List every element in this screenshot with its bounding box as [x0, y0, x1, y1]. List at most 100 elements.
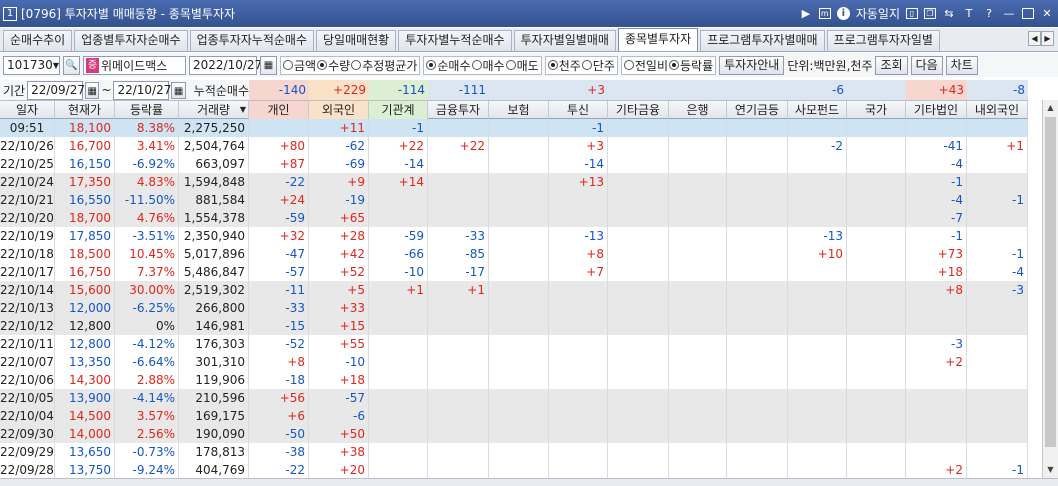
radio-quantity[interactable]: 수량	[317, 57, 350, 74]
investor-value-cell	[967, 173, 1028, 191]
investor-value-cell: -62	[309, 137, 369, 155]
scroll-up-icon[interactable]: ▲	[1043, 100, 1058, 116]
query-button[interactable]: 조회	[875, 55, 908, 75]
search-icon[interactable]: 🔍	[63, 55, 80, 75]
table-row[interactable]: 22/10/20 18,700 4.76% 1,554,378 -59 +65 -7	[0, 209, 1028, 227]
chart-button[interactable]: 차트	[945, 55, 978, 75]
column-header[interactable]: 등락률	[115, 101, 179, 119]
table-row[interactable]: 09:51 18,100 8.38% 2,275,250 +11 -1 -1	[0, 119, 1028, 137]
stock-name-field[interactable]: 증 위메이드맥스	[83, 55, 186, 75]
copy-window-icon[interactable]: ❐	[924, 8, 936, 19]
radio-net-buy[interactable]: 순매수	[426, 57, 471, 74]
split-icon[interactable]: ▯	[906, 8, 918, 19]
column-header[interactable]: 개인	[249, 101, 309, 119]
radio-buy[interactable]: 매수	[471, 57, 505, 74]
column-header[interactable]: 보험	[489, 101, 549, 119]
tab-2[interactable]: 업종투자자누적순매수	[189, 30, 314, 51]
investor-value-cell	[428, 191, 489, 209]
table-row[interactable]: 22/10/25 16,150 -6.92% 663,097 +87 -69 -14 -14-…	[0, 155, 1028, 173]
tab-0[interactable]: 순매수추이	[3, 30, 73, 51]
column-header[interactable]: 은행	[669, 101, 727, 119]
column-header[interactable]: 금융투자	[428, 101, 489, 119]
column-header[interactable]: 거래량 ▼	[179, 101, 249, 119]
column-header[interactable]: 기타금융	[608, 101, 669, 119]
play-icon[interactable]: ▶	[799, 7, 813, 21]
tab-8[interactable]: 프로그램투자자일별	[826, 30, 940, 51]
title-bar: 1 [0796] 투자자별 매매동향 - 종목별투자자 ▶ m i 자동일지 ▯…	[0, 0, 1058, 27]
stock-code-input[interactable]: 101730 ▼	[3, 55, 60, 75]
investor-value-cell	[788, 443, 847, 461]
table-row[interactable]: 22/09/28 13,750 -9.24% 404,769 -22 +20 +2 -1	[0, 461, 1028, 479]
screen-number-badge[interactable]: 1	[3, 6, 17, 21]
column-header[interactable]: 일자	[0, 101, 55, 119]
column-header[interactable]: 내외국인	[967, 101, 1028, 119]
dropdown-icon[interactable]: ▼	[53, 57, 59, 74]
table-row[interactable]: 22/10/18 18,500 10.45% 5,017,896 -47 +42 -66 -8…	[0, 245, 1028, 263]
scroll-down-icon[interactable]: ▼	[1043, 462, 1058, 478]
table-row[interactable]: 22/10/19 17,850 -3.51% 2,350,940 +32 +28 -59 -3…	[0, 227, 1028, 245]
radio-change-rate[interactable]: 등락률	[669, 57, 713, 74]
period-to-input[interactable]: 22/10/27	[113, 80, 171, 100]
investor-value-cell	[669, 461, 727, 479]
link-icon[interactable]: ⇆	[942, 7, 956, 21]
investor-guide-button[interactable]: 투자자안내	[719, 55, 785, 75]
cumulative-cell: -114	[369, 80, 428, 100]
table-row[interactable]: 22/10/07 13,350 -6.64% 301,310 +8 -10 +2	[0, 353, 1028, 371]
tab-5[interactable]: 투자자별일별매매	[513, 30, 616, 51]
date-input[interactable]: 2022/10/27	[189, 55, 262, 75]
table-row[interactable]: 22/10/24 17,350 4.83% 1,594,848 -22 +9 +14 +13 -…	[0, 173, 1028, 191]
calendar-icon[interactable]: ▦	[260, 55, 277, 75]
memo-icon[interactable]: m	[818, 8, 831, 19]
tab-6[interactable]: 종목별투자자	[617, 28, 699, 51]
scroll-thumb[interactable]	[1045, 117, 1056, 447]
font-icon[interactable]: T	[962, 7, 976, 21]
calendar-to-icon[interactable]: ▦	[171, 81, 186, 99]
tab-4[interactable]: 투자자별누적순매수	[398, 30, 512, 51]
vertical-scrollbar[interactable]: ▲ ▼	[1042, 100, 1058, 478]
radio-prev-day[interactable]: 전일비	[623, 57, 668, 74]
investor-value-cell: +22	[369, 137, 428, 155]
table-row[interactable]: 22/10/06 14,300 2.88% 119,906 -18 +18	[0, 371, 1028, 389]
radio-amount[interactable]: 금액	[283, 57, 316, 74]
tab-left-icon[interactable]: ◀	[1028, 31, 1041, 46]
column-header[interactable]: 기타법인	[906, 101, 967, 119]
radio-single-shares[interactable]: 단주	[581, 57, 615, 74]
table-row[interactable]: 22/10/05 13,900 -4.14% 210,596 +56 -57	[0, 389, 1028, 407]
sort-dropdown-icon[interactable]: ▼	[240, 101, 246, 119]
radio-sell[interactable]: 매도	[505, 57, 539, 74]
tab-right-icon[interactable]: ▶	[1041, 31, 1054, 46]
minimize-icon[interactable]: —	[1002, 7, 1016, 21]
column-header[interactable]: 투신	[549, 101, 608, 119]
radio-avg-price[interactable]: 추정평균가	[351, 57, 417, 74]
period-from-input[interactable]: 22/09/27	[27, 80, 85, 100]
table-row[interactable]: 22/10/04 14,500 3.57% 169,175 +6 -6	[0, 407, 1028, 425]
column-header[interactable]: 기관계	[369, 101, 428, 119]
table-row[interactable]: 22/09/29 13,650 -0.73% 178,813 -38 +38	[0, 443, 1028, 461]
tab-1[interactable]: 업종별투자자순매수	[74, 30, 188, 51]
column-header[interactable]: 국가	[847, 101, 906, 119]
tab-7[interactable]: 프로그램투자자별매매	[700, 30, 825, 51]
column-header[interactable]: 사모펀드	[788, 101, 847, 119]
column-header[interactable]: 현재가	[55, 101, 115, 119]
table-row[interactable]: 22/10/17 16,750 7.37% 5,486,847 -57 +52 -10 -17…	[0, 263, 1028, 281]
next-button[interactable]: 다음	[910, 55, 943, 75]
tab-3[interactable]: 당일매매현황	[315, 30, 397, 51]
table-row[interactable]: 22/10/26 16,700 3.41% 2,504,764 +80 -62 +22 +22…	[0, 137, 1028, 155]
table-row[interactable]: 22/10/13 12,000 -6.25% 266,800 -33 +33	[0, 299, 1028, 317]
help-icon[interactable]: ?	[982, 7, 996, 21]
maximize-icon[interactable]	[1022, 8, 1034, 19]
table-row[interactable]: 22/10/11 12,800 -4.12% 176,303 -52 +55 -3	[0, 335, 1028, 353]
table-row[interactable]: 22/10/14 15,600 30.00% 2,519,302 -11 +5 +1 +1 +8…	[0, 281, 1028, 299]
table-row[interactable]: 22/10/21 16,550 -11.50% 881,584 +24 -19 -4 -1	[0, 191, 1028, 209]
investor-value-cell	[669, 335, 727, 353]
auto-journal-label[interactable]: 자동일지	[856, 5, 900, 22]
close-icon[interactable]: ✕	[1040, 7, 1054, 21]
column-header[interactable]: 외국인	[309, 101, 369, 119]
table-row[interactable]: 22/10/12 12,800 0% 146,981 -15 +15	[0, 317, 1028, 335]
column-header[interactable]: 연기금등	[727, 101, 788, 119]
table-row[interactable]: 22/09/30 14,000 2.56% 190,090 -50 +50	[0, 425, 1028, 443]
calendar-from-icon[interactable]: ▦	[85, 81, 100, 99]
radio-thousand-shares[interactable]: 천주	[547, 57, 581, 74]
investor-value-cell: -15	[249, 317, 309, 335]
info-icon[interactable]: i	[836, 7, 850, 20]
